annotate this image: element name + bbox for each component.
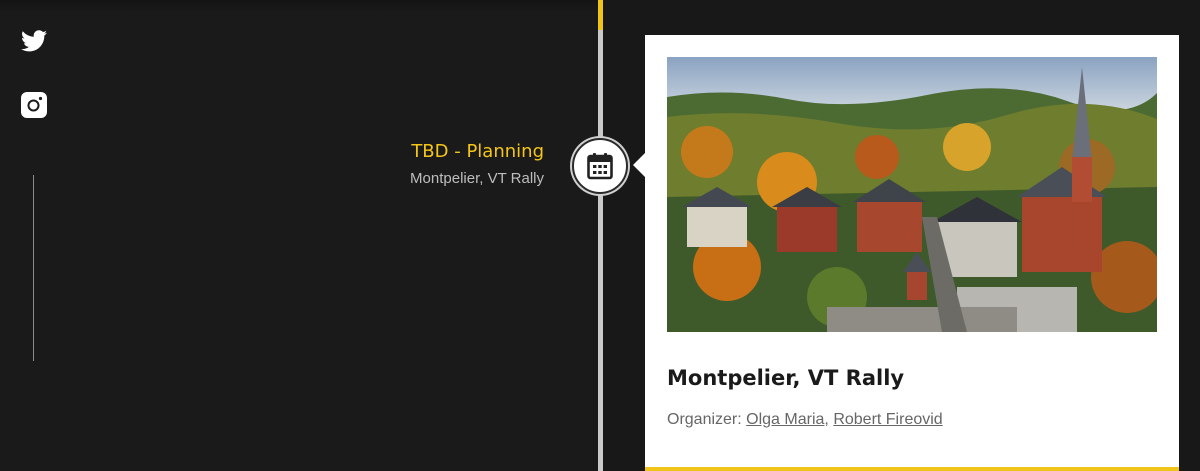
card-title: Montpelier, VT Rally [667, 366, 905, 390]
organizer-link-1[interactable]: Olga Maria [746, 411, 824, 428]
twitter-icon[interactable] [21, 30, 47, 52]
timeline-badge [572, 138, 628, 194]
sidebar-divider [33, 175, 34, 361]
instagram-icon[interactable] [21, 92, 47, 118]
card-pointer [633, 153, 645, 177]
event-photo[interactable] [667, 57, 1157, 332]
organizer-separator: , [824, 411, 829, 428]
card-accent-border [645, 467, 1179, 471]
left-pane [0, 0, 598, 471]
organizer-link-2[interactable]: Robert Fireovid [833, 411, 942, 428]
timeline-line [598, 0, 603, 471]
calendar-icon [587, 153, 613, 180]
event-date-status: TBD - Planning [411, 141, 544, 162]
organizer-label: Organizer: [667, 411, 742, 428]
event-card: Montpelier, VT Rally Organizer: Olga Mar… [645, 35, 1179, 471]
event-location: Montpelier, VT Rally [410, 170, 544, 187]
card-organizer: Organizer: Olga Maria, Robert Fireovid [667, 411, 943, 429]
top-shadow [0, 0, 598, 12]
timeline-progress [598, 0, 603, 30]
